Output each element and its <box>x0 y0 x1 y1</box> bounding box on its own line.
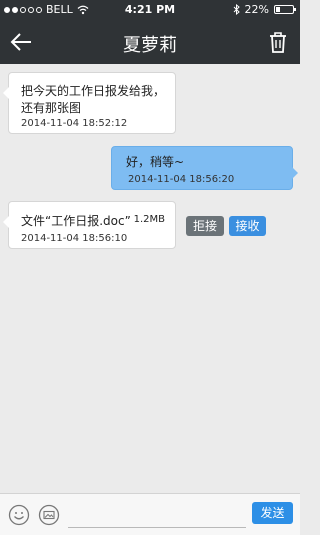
message-input[interactable] <box>68 505 246 528</box>
file-name: 文件“工作日报.doc” <box>21 214 131 228</box>
delete-button[interactable] <box>264 28 292 56</box>
emoji-button[interactable] <box>8 504 30 526</box>
bluetooth-icon <box>233 4 240 15</box>
status-right: 22% <box>233 3 296 16</box>
file-size: 1.2MB <box>133 214 165 225</box>
accept-file-button[interactable]: 接收 <box>229 216 266 236</box>
input-bar: 发送 <box>0 493 300 535</box>
battery-percent: 22% <box>244 3 269 16</box>
message-time: 2014-11-04 18:56:10 <box>21 233 128 244</box>
attachment-button[interactable] <box>38 504 60 526</box>
battery-icon <box>274 5 296 14</box>
image-attach-icon <box>38 504 60 526</box>
trash-icon <box>270 32 286 53</box>
message-time: 2014-11-04 18:52:12 <box>21 118 128 129</box>
send-button[interactable]: 发送 <box>252 502 293 524</box>
message-bubble-sent: 好，稍等~ 2014-11-04 18:56:20 <box>111 146 298 190</box>
message-text: 好，稍等~ <box>126 155 185 169</box>
message-time: 2014-11-04 18:56:20 <box>128 174 235 185</box>
message-bubble-received: 把今天的工作日报发给我，还有那张图 2014-11-04 18:52:12 <box>3 72 176 134</box>
navigation-bar: 夏萝莉 <box>0 20 300 64</box>
emoji-icon <box>8 504 30 526</box>
file-message-bubble: 文件“工作日报.doc” 1.2MB 2014-11-04 18:56:10 <box>3 201 176 249</box>
page-title: 夏萝莉 <box>123 35 177 56</box>
status-bar: BELL 4:21 PM 22% <box>0 0 300 20</box>
reject-file-button[interactable]: 拒接 <box>186 216 224 236</box>
message-text: 把今天的工作日报发给我，还有那张图 <box>21 84 166 115</box>
